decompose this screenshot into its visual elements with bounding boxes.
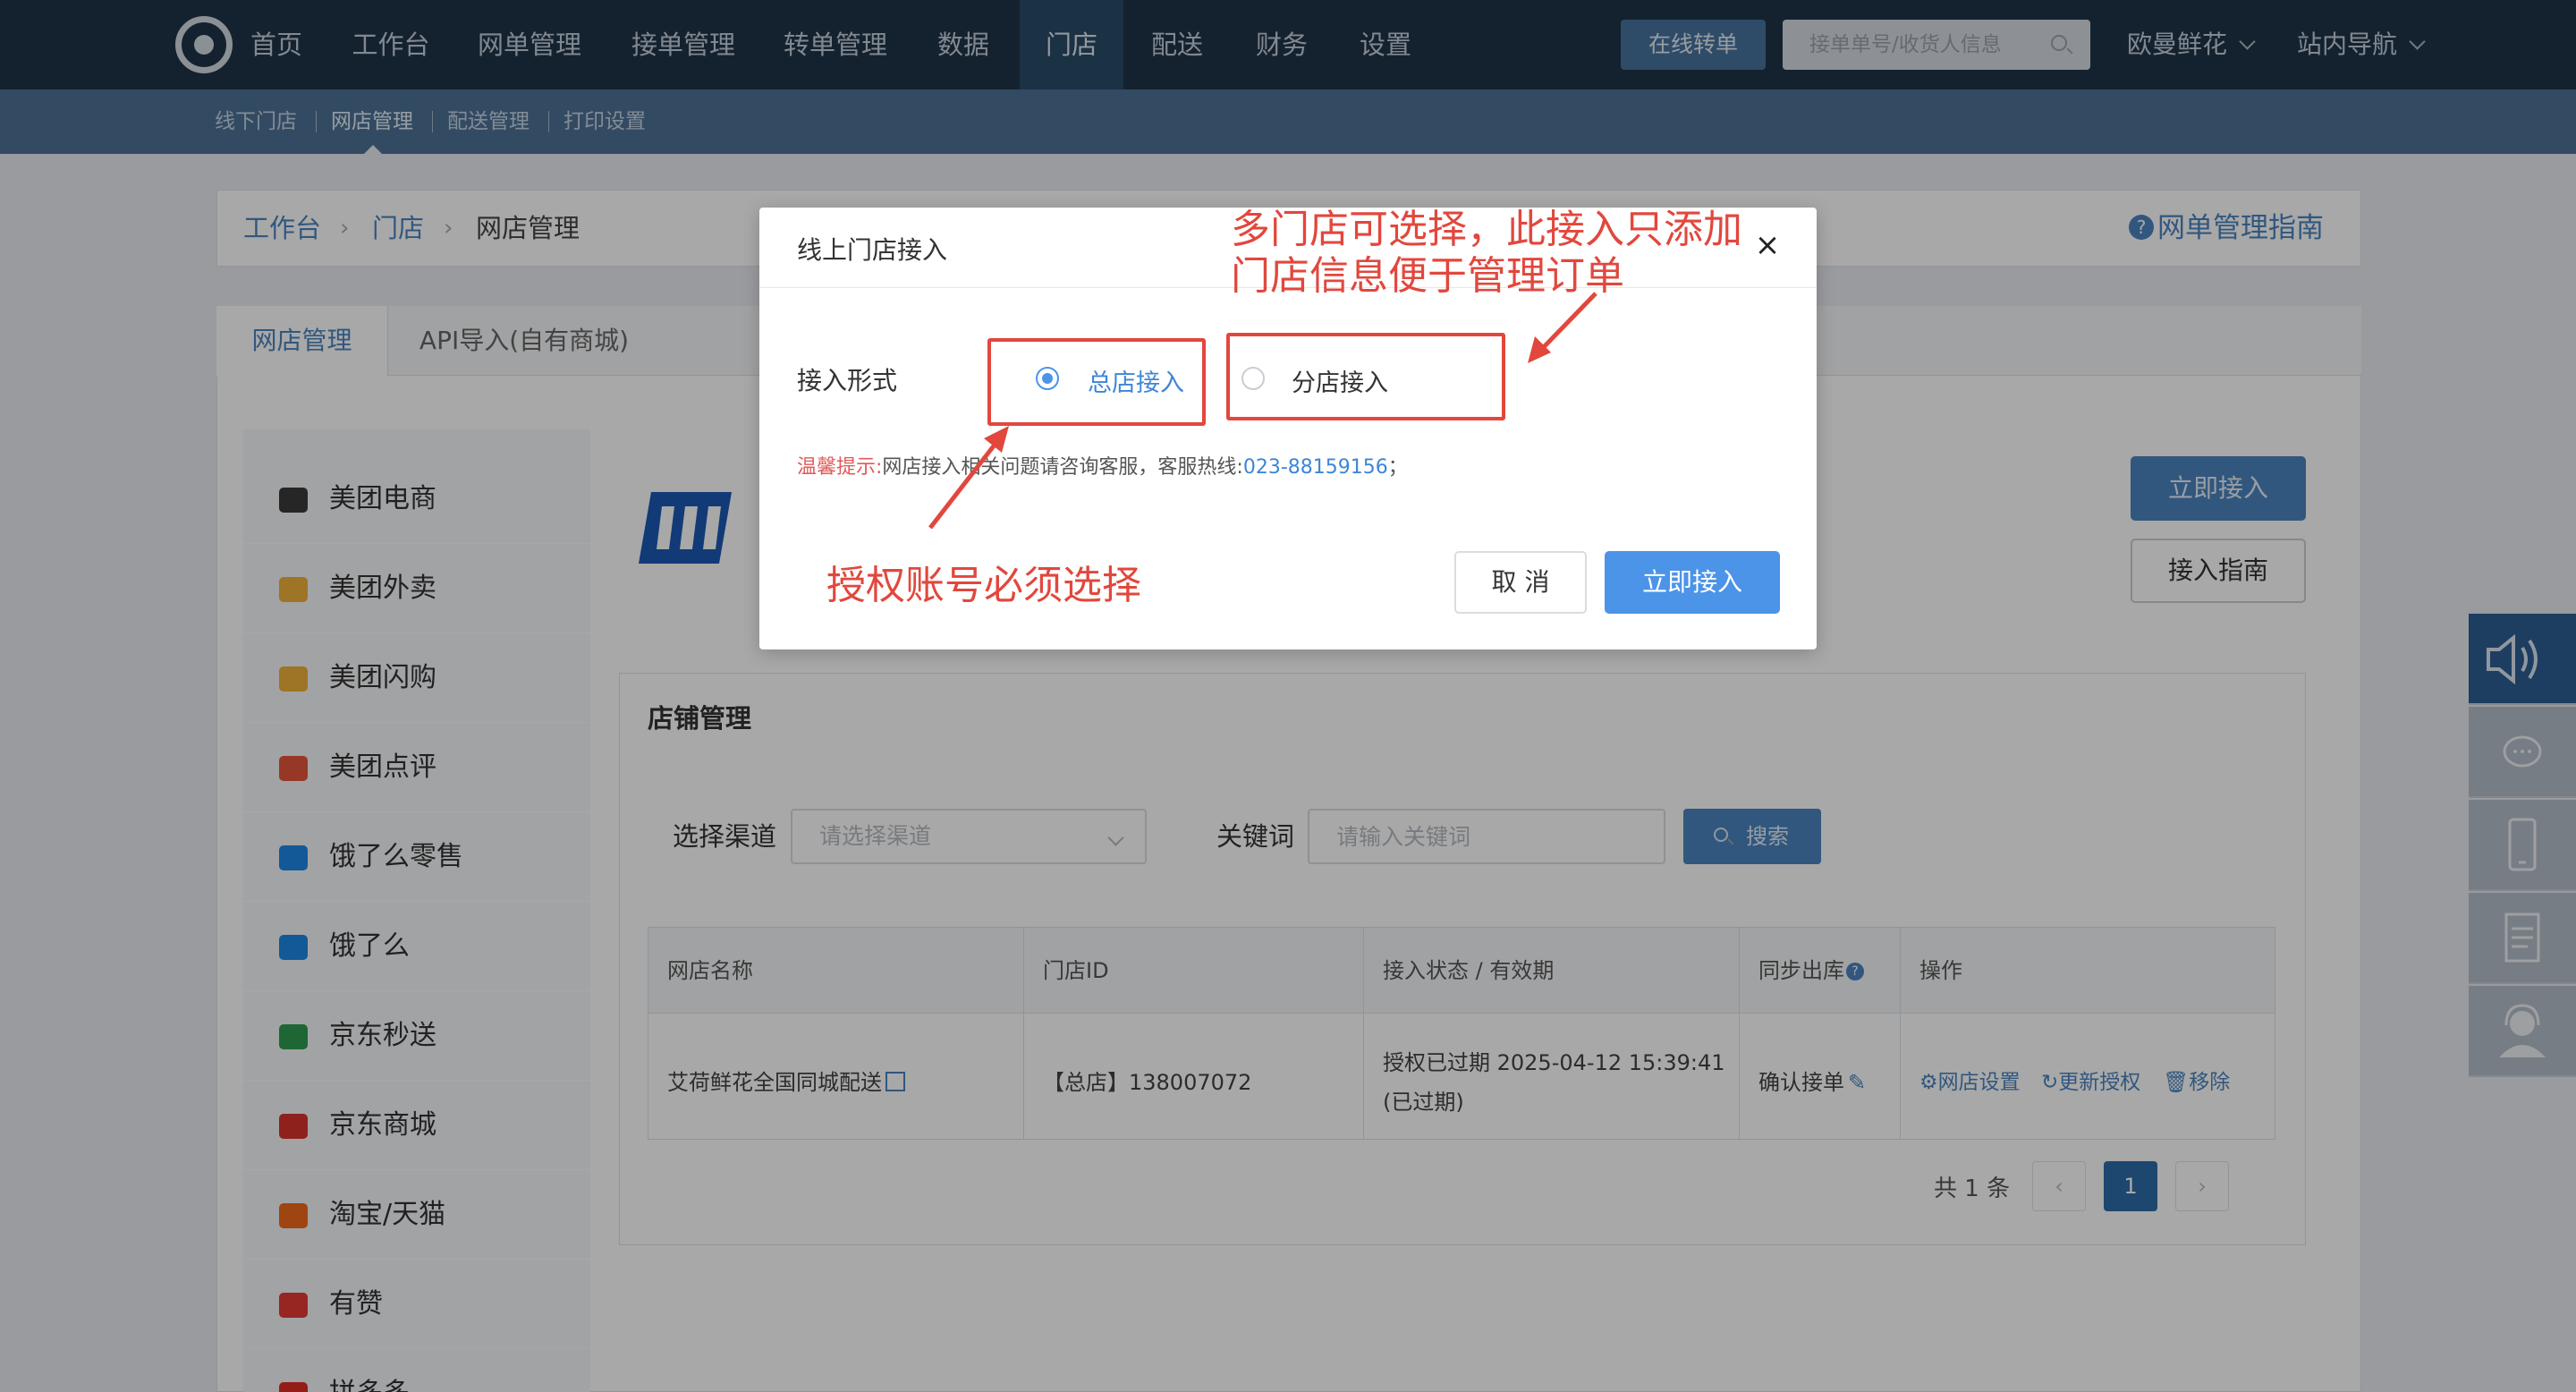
annotation-arrows xyxy=(928,292,1597,530)
